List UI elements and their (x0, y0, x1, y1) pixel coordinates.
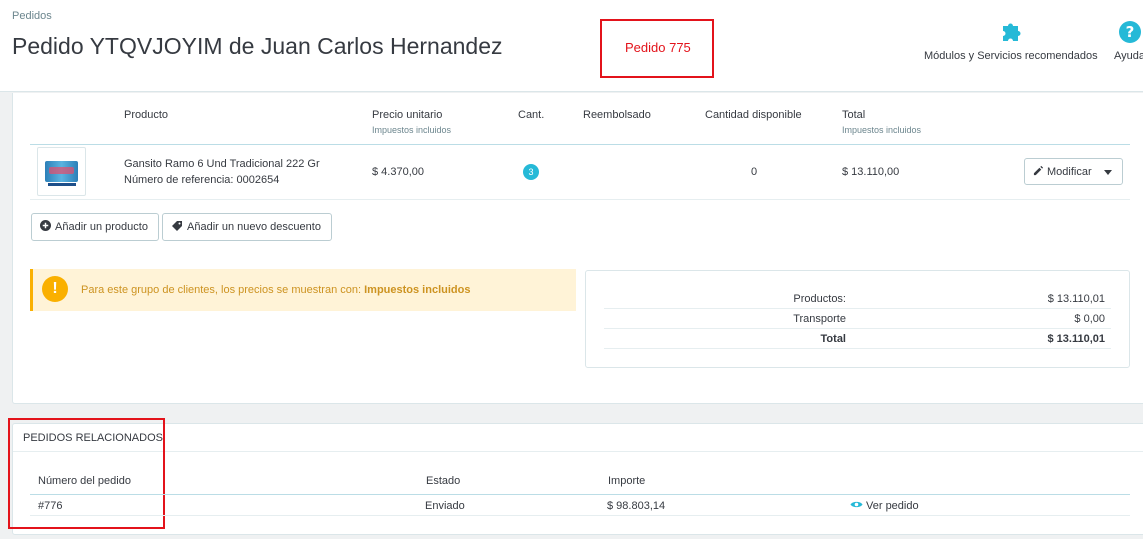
modify-product-button[interactable]: Modificar (1024, 158, 1123, 185)
breadcrumb[interactable]: Pedidos (12, 10, 52, 22)
totals-shipping-value: $ 0,00 (1074, 313, 1105, 325)
plus-circle-icon (40, 220, 51, 234)
product-available: 0 (751, 166, 758, 178)
annotation-box-order-number: Pedido 775 (600, 19, 714, 78)
table-header-divider (30, 144, 1130, 145)
totals-shipping-label: Transporte (793, 313, 846, 325)
alert-message: Para este grupo de clientes, los precios… (81, 284, 471, 296)
totals-total-label: Total (820, 333, 846, 345)
col-total: Total Impuestos incluidos (842, 109, 922, 135)
help-icon: ? (1118, 21, 1141, 43)
related-order-status: Enviado (425, 500, 465, 512)
totals-divider (604, 328, 1111, 329)
add-product-label: Añadir un producto (55, 221, 148, 233)
col-order-number: Número del pedido (38, 475, 131, 487)
product-name-link[interactable]: Gansito Ramo 6 Und Tradicional 222 Gr (124, 158, 320, 170)
annotation-box-related (8, 418, 165, 529)
related-order-link[interactable]: #776 (38, 500, 62, 512)
col-producto: Producto (124, 109, 169, 121)
caret-down-icon[interactable] (1103, 166, 1112, 178)
modify-label: Modificar (1047, 165, 1092, 178)
recommended-modules-label: Módulos y Servicios recomendados (924, 50, 1098, 62)
totals-total-value: $ 13.110,01 (1047, 333, 1105, 345)
totals-divider (604, 308, 1111, 309)
col-precio-unitario: Precio unitario Impuestos incluidos (372, 109, 452, 135)
col-cantidad: Cant. (518, 109, 545, 121)
svg-text:?: ? (1125, 23, 1134, 41)
product-unit-price: $ 4.370,00 (372, 166, 424, 178)
tag-icon (171, 220, 183, 235)
page-header: Pedidos Pedido YTQVJOYIM de Juan Carlos … (0, 0, 1143, 92)
product-thumbnail[interactable] (37, 147, 86, 196)
page-title: Pedido YTQVJOYIM de Juan Carlos Hernande… (12, 33, 503, 59)
row-divider (30, 199, 1130, 200)
related-header-divider (30, 494, 1130, 495)
recommended-modules-button[interactable]: Módulos y Servicios recomendados (924, 20, 1098, 62)
help-label: Ayuda (1114, 50, 1143, 62)
help-button[interactable]: ? Ayuda (1114, 20, 1143, 62)
view-order-label: Ver pedido (866, 500, 919, 512)
pencil-icon (1033, 165, 1044, 179)
view-order-button[interactable]: Ver pedido (850, 500, 919, 512)
add-discount-label: Añadir un nuevo descuento (187, 221, 321, 233)
related-order-amount: $ 98.803,14 (607, 500, 666, 512)
add-product-button[interactable]: Añadir un producto (31, 213, 159, 241)
product-total: $ 13.110,00 (842, 166, 900, 178)
totals-divider (604, 348, 1111, 349)
eye-icon (850, 500, 863, 512)
tax-info-alert: ! Para este grupo de clientes, los preci… (30, 269, 576, 311)
totals-products-label: Productos: (793, 293, 846, 305)
warning-icon: ! (42, 276, 68, 302)
col-amount: Importe (608, 475, 646, 487)
col-cantidad-disponible: Cantidad disponible (705, 109, 802, 121)
add-discount-button[interactable]: Añadir un nuevo descuento (162, 213, 332, 241)
related-title-divider (13, 451, 1143, 452)
related-orders-panel (12, 423, 1143, 535)
col-reembolsado: Reembolsado (583, 109, 651, 121)
product-reference[interactable]: Número de referencia: 0002654 (124, 174, 279, 186)
quantity-badge: 3 (523, 164, 539, 180)
related-row-divider (30, 515, 1130, 516)
annotation-text: Pedido 775 (625, 40, 691, 55)
totals-products-value: $ 13.110,01 (1047, 293, 1105, 305)
col-status: Estado (426, 475, 461, 487)
puzzle-icon (1002, 23, 1021, 41)
